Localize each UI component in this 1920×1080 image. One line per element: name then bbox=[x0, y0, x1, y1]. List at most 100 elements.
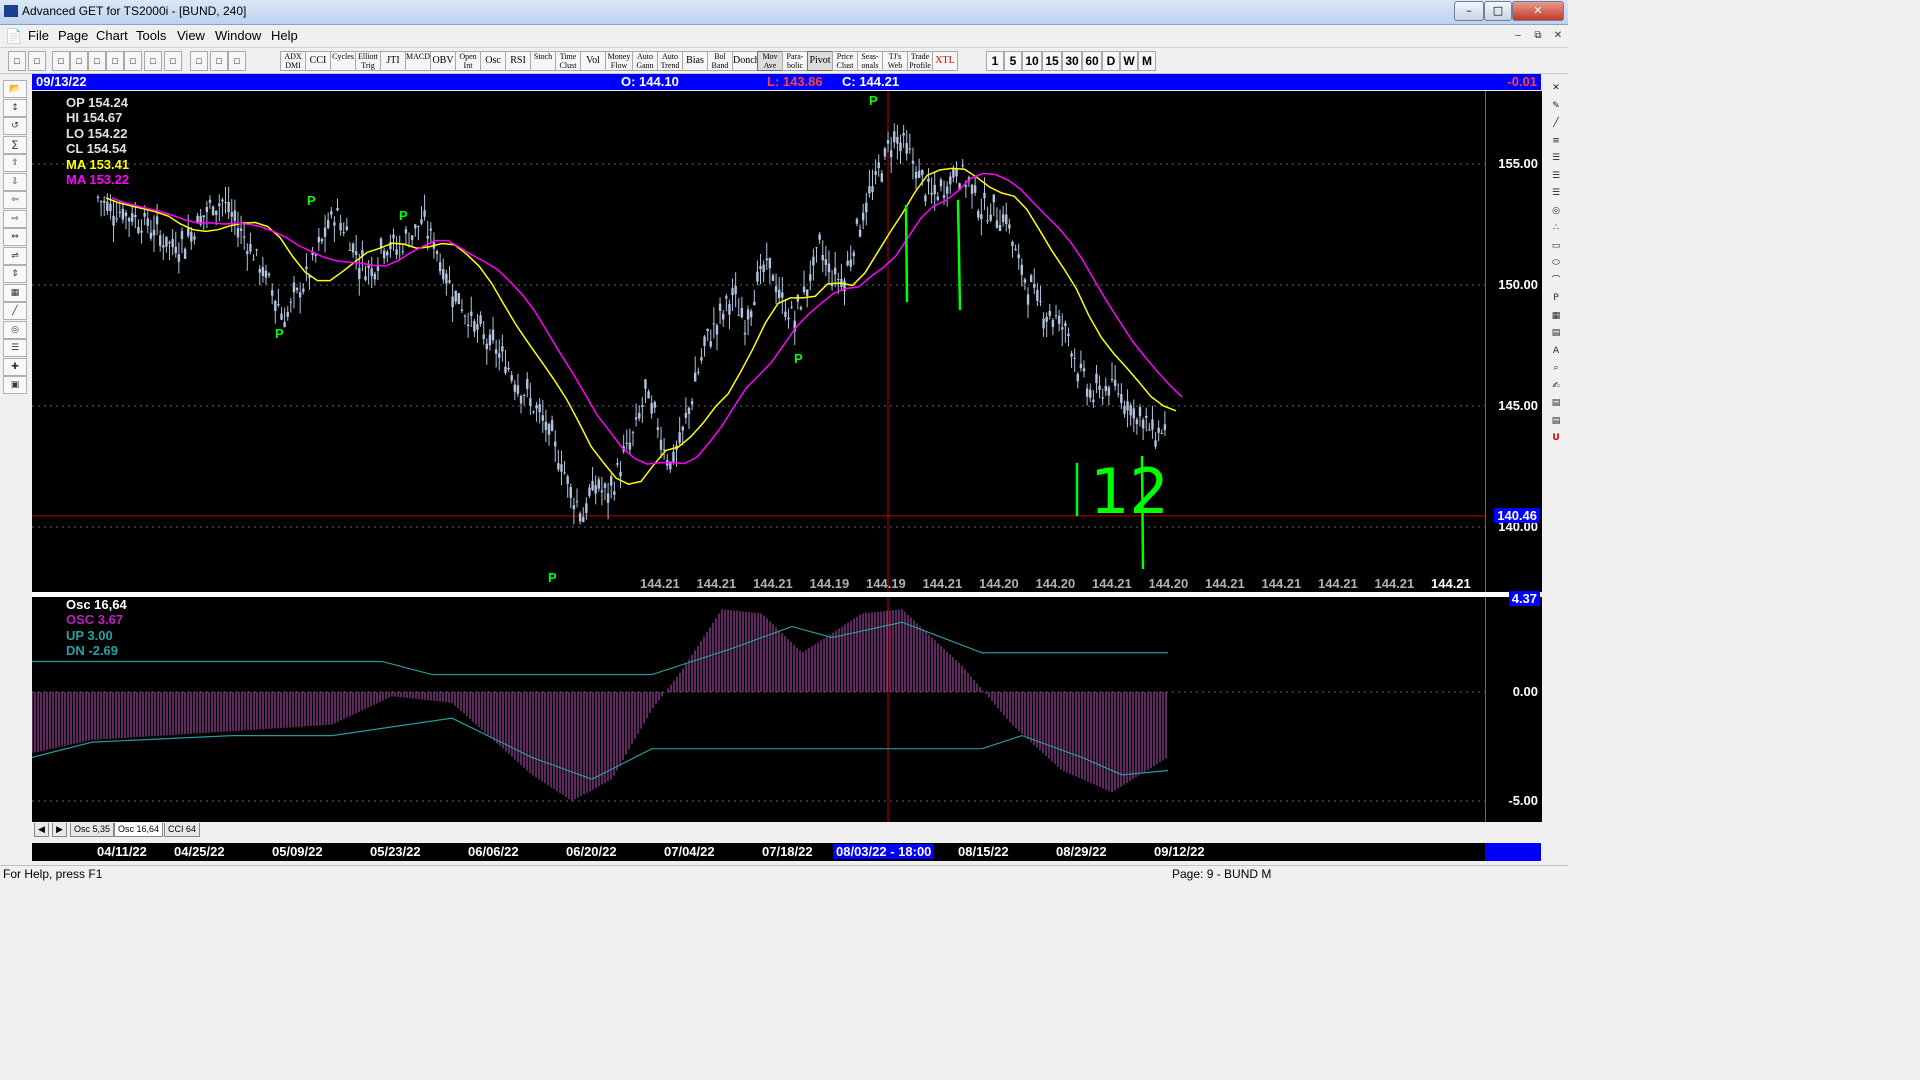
study-obv-button[interactable]: OBV bbox=[430, 51, 456, 71]
study-money-flow-button[interactable]: Money Flow bbox=[605, 51, 633, 71]
reset-icon[interactable]: ↕ bbox=[3, 98, 27, 117]
study-time-clust-button[interactable]: Time Clust bbox=[555, 51, 581, 71]
box-tool-icon[interactable]: ▭ bbox=[1547, 238, 1565, 254]
study-seas-onals-button[interactable]: Seas-onals bbox=[857, 51, 883, 71]
fan-tool-icon[interactable]: ∴ bbox=[1547, 220, 1565, 236]
menu-file[interactable]: File bbox=[28, 28, 49, 43]
mdi-close-icon[interactable]: ✕ bbox=[1550, 28, 1566, 44]
compress-horizontal-icon[interactable]: ⇌ bbox=[3, 246, 27, 265]
oscillator-pane[interactable]: Osc 16,64 OSC 3.67 UP 3.00 DN -2.69 bbox=[32, 597, 1485, 822]
help-icon[interactable]: □ bbox=[228, 51, 246, 71]
gann-icon[interactable]: ◎ bbox=[3, 320, 27, 339]
ellipse-tool-icon[interactable]: ⬭ bbox=[1547, 255, 1565, 271]
open-icon[interactable]: □ bbox=[70, 51, 88, 71]
compress-vertical-icon[interactable]: ⇕ bbox=[3, 265, 27, 283]
arc-tool-icon[interactable]: ⌒ bbox=[1547, 273, 1565, 289]
tab-osc-5-35[interactable]: Osc 5,35 bbox=[70, 823, 115, 837]
close-tool-icon[interactable]: ✕ bbox=[1547, 80, 1565, 96]
fib-ext-tool-icon[interactable]: ☰ bbox=[1547, 168, 1565, 184]
window-icon[interactable]: ▣ bbox=[3, 376, 27, 394]
period-10-button[interactable]: 10 bbox=[1022, 51, 1042, 71]
notes-tool-icon[interactable]: ▤ bbox=[1547, 413, 1565, 429]
pointer-icon[interactable]: □ bbox=[8, 51, 26, 71]
lines-icon[interactable]: ╱ bbox=[3, 302, 27, 320]
calc-tool-icon[interactable]: ▤ bbox=[1547, 395, 1565, 411]
study-cci-button[interactable]: CCI bbox=[305, 51, 331, 71]
undo-tool-icon[interactable]: U bbox=[1547, 430, 1565, 446]
maximize-button[interactable]: □ bbox=[1484, 1, 1512, 21]
close-button[interactable]: ✕ bbox=[1512, 1, 1564, 21]
minimize-button[interactable]: – bbox=[1454, 1, 1484, 21]
layout-icon[interactable]: □ bbox=[164, 51, 182, 71]
price-axis[interactable]: 155.00 150.00 145.00 140.00 140.46 bbox=[1485, 91, 1542, 592]
period-d-button[interactable]: D bbox=[1102, 51, 1120, 71]
study-osc-button[interactable]: Osc bbox=[480, 51, 506, 71]
arrow-down-icon[interactable]: ⇩ bbox=[3, 172, 27, 191]
study-para-bolic-button[interactable]: Para-bolic bbox=[782, 51, 808, 71]
period-30-button[interactable]: 30 bbox=[1062, 51, 1082, 71]
study-cycles-button[interactable]: Cycles bbox=[330, 51, 356, 71]
study-tj-s-web-button[interactable]: TJ's Web bbox=[882, 51, 908, 71]
tab-osc-16-64[interactable]: Osc 16,64 bbox=[114, 823, 164, 837]
study-auto-trend-button[interactable]: Auto Trend bbox=[657, 51, 683, 71]
study-jti-button[interactable]: JTI bbox=[380, 51, 406, 71]
print-icon[interactable]: □ bbox=[124, 51, 142, 71]
oscillator-axis[interactable]: 4.37 0.00 -5.00 bbox=[1485, 591, 1542, 822]
bulb-icon[interactable]: □ bbox=[210, 51, 228, 71]
help-cursor-icon[interactable]: □ bbox=[28, 51, 46, 71]
tab-scroll-left[interactable]: ◀ bbox=[34, 823, 49, 837]
price-chart[interactable]: P P P P P P 12 144.21 144.21 144.21 144.19 144.19 14… bbox=[32, 91, 1485, 592]
paint-tool-icon[interactable]: ✍ bbox=[1547, 378, 1565, 394]
pencil-tool-icon[interactable]: ✎ bbox=[1547, 98, 1565, 114]
mdi-minimize-icon[interactable]: – bbox=[1510, 28, 1526, 44]
grid-tool-icon[interactable]: ▦ bbox=[1547, 308, 1565, 324]
copy-icon[interactable]: □ bbox=[106, 51, 124, 71]
study-vol-button[interactable]: Vol bbox=[580, 51, 606, 71]
expand-horizontal-icon[interactable]: ⇔ bbox=[3, 228, 27, 246]
menu-help[interactable]: Help bbox=[271, 28, 298, 43]
line-tool-icon[interactable]: ╱ bbox=[1547, 115, 1565, 131]
study-icon[interactable]: ↺ bbox=[3, 117, 27, 135]
arrow-right-icon[interactable]: ⇨ bbox=[3, 209, 27, 228]
open-icon[interactable]: 📂 bbox=[3, 80, 27, 98]
study-price-clust-button[interactable]: Price Clust bbox=[832, 51, 858, 71]
text-tool-icon[interactable]: A bbox=[1547, 343, 1565, 359]
mdi-restore-icon[interactable]: ⧉ bbox=[1530, 28, 1546, 44]
mob-tool-icon[interactable]: ▤ bbox=[1547, 325, 1565, 341]
period-60-button[interactable]: 60 bbox=[1082, 51, 1102, 71]
study-open-int-button[interactable]: Open Int bbox=[455, 51, 481, 71]
arrow-up-icon[interactable]: ⇧ bbox=[3, 154, 27, 172]
study-auto-gann-button[interactable]: Auto Gann bbox=[632, 51, 658, 71]
period-1-button[interactable]: 1 bbox=[986, 51, 1004, 71]
grid-icon[interactable]: □ bbox=[144, 51, 162, 71]
period-w-button[interactable]: W bbox=[1120, 51, 1138, 71]
period-m-button[interactable]: M bbox=[1138, 51, 1156, 71]
date-axis[interactable]: 04/11/22 04/25/22 05/09/22 05/23/22 06/0… bbox=[32, 843, 1485, 861]
study-xtl-button[interactable]: XTL bbox=[932, 51, 958, 71]
period-15-button[interactable]: 15 bbox=[1042, 51, 1062, 71]
study-elliott-trig-button[interactable]: Elliott Trig bbox=[355, 51, 381, 71]
study-rsi-button[interactable]: RSI bbox=[505, 51, 531, 71]
save-icon[interactable]: □ bbox=[88, 51, 106, 71]
study-stoch-button[interactable]: Stoch bbox=[530, 51, 556, 71]
menu-tools[interactable]: Tools bbox=[136, 28, 166, 43]
fib-time-tool-icon[interactable]: ☰ bbox=[1547, 185, 1565, 201]
menu-view[interactable]: View bbox=[177, 28, 205, 43]
fib-icon[interactable]: ☰ bbox=[3, 339, 27, 357]
zoom-tool-icon[interactable]: ⌕ bbox=[1547, 360, 1565, 376]
study-bias-button[interactable]: Bias bbox=[682, 51, 708, 71]
grid-icon[interactable]: ▦ bbox=[3, 283, 27, 302]
study-adx-dmi-button[interactable]: ADX DMI bbox=[280, 51, 306, 71]
menu-page[interactable]: Page bbox=[58, 28, 88, 43]
study-donch-button[interactable]: Donch bbox=[732, 51, 758, 71]
fib-ret-tool-icon[interactable]: ☰ bbox=[1547, 150, 1565, 166]
pti-tool-icon[interactable]: P bbox=[1547, 290, 1565, 306]
tab-scroll-right[interactable]: ▶ bbox=[52, 823, 67, 837]
document-icon[interactable]: 📄 bbox=[5, 28, 22, 45]
study-trade-profile-button[interactable]: Trade Profile bbox=[907, 51, 933, 71]
cycle-tool-icon[interactable]: ◎ bbox=[1547, 203, 1565, 219]
period-5-button[interactable]: 5 bbox=[1004, 51, 1022, 71]
tab-cci-64[interactable]: CCI 64 bbox=[164, 823, 201, 837]
study-bol-band-button[interactable]: Bol Band bbox=[707, 51, 733, 71]
new-icon[interactable]: □ bbox=[52, 51, 70, 71]
